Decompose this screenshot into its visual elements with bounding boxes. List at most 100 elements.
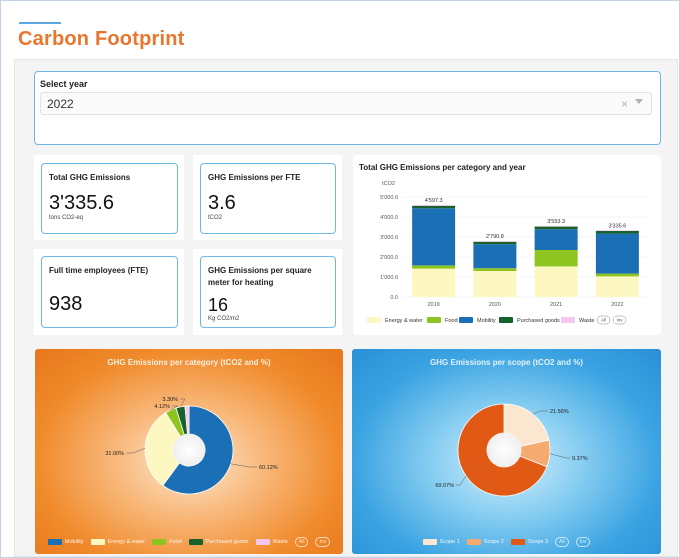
y-tick-label: 2'000.0 bbox=[380, 255, 398, 261]
donut-leader-line bbox=[532, 410, 548, 415]
kpi-per-fte-unit: tCO2 bbox=[208, 215, 223, 221]
bar-segment-food-2022[interactable] bbox=[595, 273, 639, 277]
legend-label: Purchased goods bbox=[205, 539, 249, 545]
page-frame: Carbon Footprint Select year 2022 × Tota… bbox=[0, 0, 680, 558]
scope-donut-card: GHG Emissions per scope (tCO2 and %) 21.… bbox=[352, 349, 661, 554]
donut-label-energy-and-water: 31.00% bbox=[105, 451, 124, 457]
donut-leader-line bbox=[549, 453, 570, 459]
legend-label-purchased-goods[interactable]: Purchased goods bbox=[517, 318, 560, 324]
legend-item-food[interactable]: Food bbox=[152, 539, 182, 545]
kpi-per-sqm-unit: Kg CO2/m2 bbox=[208, 316, 240, 322]
bar-segment-purchased-goods-2020[interactable] bbox=[473, 241, 517, 245]
bar-segment-energy-and-water-2020[interactable] bbox=[473, 271, 517, 297]
bar-segment-purchased-goods-2019[interactable] bbox=[412, 205, 456, 209]
legend-swatch bbox=[466, 539, 481, 545]
bar-segment-waste-2021[interactable] bbox=[534, 225, 578, 227]
bar-segment-waste-2020[interactable] bbox=[473, 241, 517, 242]
year-filter-label: Select year bbox=[40, 79, 88, 89]
kpi-fte-wrapper: Full time employees (FTE) 938 bbox=[34, 249, 184, 335]
kpi-emissions-per-sqm: GHG Emissions per square meter for heati… bbox=[200, 256, 336, 328]
kpi-total-emissions: Total GHG Emissions 3'335.6 tons CO2-eq bbox=[41, 163, 178, 234]
bar-segment-mobility-2021[interactable] bbox=[534, 229, 578, 250]
kpi-per-sqm-wrapper: GHG Emissions per square meter for heati… bbox=[193, 249, 342, 335]
legend-inv-button[interactable]: Inv bbox=[315, 537, 331, 547]
chevron-down-icon[interactable] bbox=[635, 99, 643, 104]
legend-inv-button[interactable]: Inv bbox=[575, 537, 591, 547]
legend-label-waste[interactable]: Waste bbox=[579, 318, 594, 324]
legend-swatch-mobility[interactable] bbox=[459, 317, 473, 323]
bar-segment-mobility-2020[interactable] bbox=[473, 244, 517, 269]
kpi-fte-title: Full time employees (FTE) bbox=[49, 266, 149, 275]
legend-item-scope-1[interactable]: Scope 1 bbox=[422, 539, 460, 545]
legend-swatch bbox=[90, 539, 105, 545]
legend-label-food[interactable]: Food bbox=[445, 318, 458, 324]
title-accent-bar bbox=[19, 22, 61, 24]
legend-label: Scope 2 bbox=[483, 539, 504, 545]
donut-label-purchased-goods: 3.30% bbox=[162, 397, 178, 403]
legend-label: Energy & water bbox=[107, 539, 146, 545]
kpi-per-fte-value: 3.6 bbox=[208, 192, 236, 214]
bar-chart-card: Total GHG Emissions per category and yea… bbox=[353, 155, 661, 335]
bar-segment-purchased-goods-2022[interactable] bbox=[595, 231, 639, 234]
legend-item-scope-2[interactable]: Scope 2 bbox=[466, 539, 504, 545]
legend-item-mobility[interactable]: Mobility bbox=[47, 539, 84, 545]
legend-label-energy-and-water[interactable]: Energy & water bbox=[385, 318, 423, 324]
y-axis-label: tCO2 bbox=[382, 181, 395, 187]
bar-segment-mobility-2019[interactable] bbox=[412, 208, 456, 266]
donut-label-scope-2: 9.37% bbox=[572, 456, 588, 462]
legend-swatch-energy-and-water[interactable] bbox=[367, 317, 381, 323]
bar-segment-energy-and-water-2021[interactable] bbox=[534, 266, 578, 297]
bar-segment-food-2019[interactable] bbox=[412, 265, 456, 269]
bar-segment-waste-2022[interactable] bbox=[595, 230, 639, 231]
legend-swatch bbox=[188, 539, 203, 545]
x-tick-label: 2019 bbox=[428, 302, 440, 308]
year-select-value: 2022 bbox=[47, 97, 74, 111]
legend-label: Scope 1 bbox=[439, 539, 460, 545]
bar-total-label: 2'790.8 bbox=[486, 234, 504, 240]
legend-inv-label: Inv bbox=[616, 318, 623, 323]
bar-segment-energy-and-water-2019[interactable] bbox=[412, 268, 456, 297]
legend-swatch-purchased-goods[interactable] bbox=[499, 317, 513, 323]
kpi-total-title: Total GHG Emissions bbox=[49, 173, 131, 182]
legend-label-mobility[interactable]: Mobility bbox=[477, 318, 496, 324]
legend-swatch-food[interactable] bbox=[427, 317, 441, 323]
legend-item-scope-3[interactable]: Scope 3 bbox=[510, 539, 548, 545]
bar-chart-svg: tCO2 0.0 1'000.0 2'000.0 3'000.0 4'000.0 5'000… bbox=[367, 181, 648, 325]
legend-all-button[interactable]: All bbox=[294, 537, 309, 547]
bar-segment-food-2021[interactable] bbox=[534, 250, 578, 267]
year-filter-card: Select year 2022 × bbox=[34, 71, 661, 145]
donut-label-mobility: 60.12% bbox=[259, 465, 278, 471]
legend-item-waste[interactable]: Waste bbox=[255, 539, 288, 545]
bar-segment-energy-and-water-2022[interactable] bbox=[595, 276, 639, 297]
y-tick-label: 4'000.0 bbox=[380, 215, 398, 221]
page-title: Carbon Footprint bbox=[18, 28, 185, 50]
clear-icon[interactable]: × bbox=[621, 97, 628, 111]
category-donut-legend: Mobility Energy & water Food Purchased good… bbox=[35, 537, 343, 547]
legend-label: Waste bbox=[272, 539, 288, 545]
kpi-per-sqm-value: 16 bbox=[208, 295, 229, 315]
bar-segment-mobility-2022[interactable] bbox=[595, 233, 639, 274]
donut-leader-line bbox=[456, 475, 467, 486]
legend-all-label: All bbox=[601, 318, 606, 323]
bar-segment-purchased-goods-2021[interactable] bbox=[534, 226, 578, 230]
donut-label-scope-3: 69.07% bbox=[435, 483, 454, 489]
kpi-full-time-employees: Full time employees (FTE) 938 bbox=[41, 256, 178, 328]
bar-segment-food-2020[interactable] bbox=[473, 268, 517, 271]
legend-swatch-waste[interactable] bbox=[561, 317, 575, 323]
kpi-per-sqm-title: GHG Emissions per square meter for heati… bbox=[208, 266, 312, 287]
legend-item-energy-and-water[interactable]: Energy & water bbox=[90, 539, 146, 545]
legend-item-purchased-goods[interactable]: Purchased goods bbox=[188, 539, 249, 545]
y-tick-label: 0.0 bbox=[390, 295, 398, 301]
category-donut-svg: 60.12% 31.00% 4.12%3.30% bbox=[105, 397, 278, 495]
legend-label: Food bbox=[169, 539, 182, 545]
donut-hole bbox=[173, 434, 205, 466]
donut-leader-line bbox=[180, 398, 186, 407]
year-select[interactable]: 2022 × bbox=[40, 92, 652, 115]
legend-swatch bbox=[422, 539, 437, 545]
y-tick-label: 5'000.0 bbox=[380, 195, 398, 201]
legend-all-button[interactable]: All bbox=[555, 537, 569, 547]
bar-segment-waste-2019[interactable] bbox=[412, 205, 456, 206]
bar-total-label: 3'553.3 bbox=[547, 219, 565, 225]
donut-hole bbox=[487, 433, 521, 467]
scope-donut-svg: 21.56% 9.37% 69.07% bbox=[435, 403, 588, 497]
